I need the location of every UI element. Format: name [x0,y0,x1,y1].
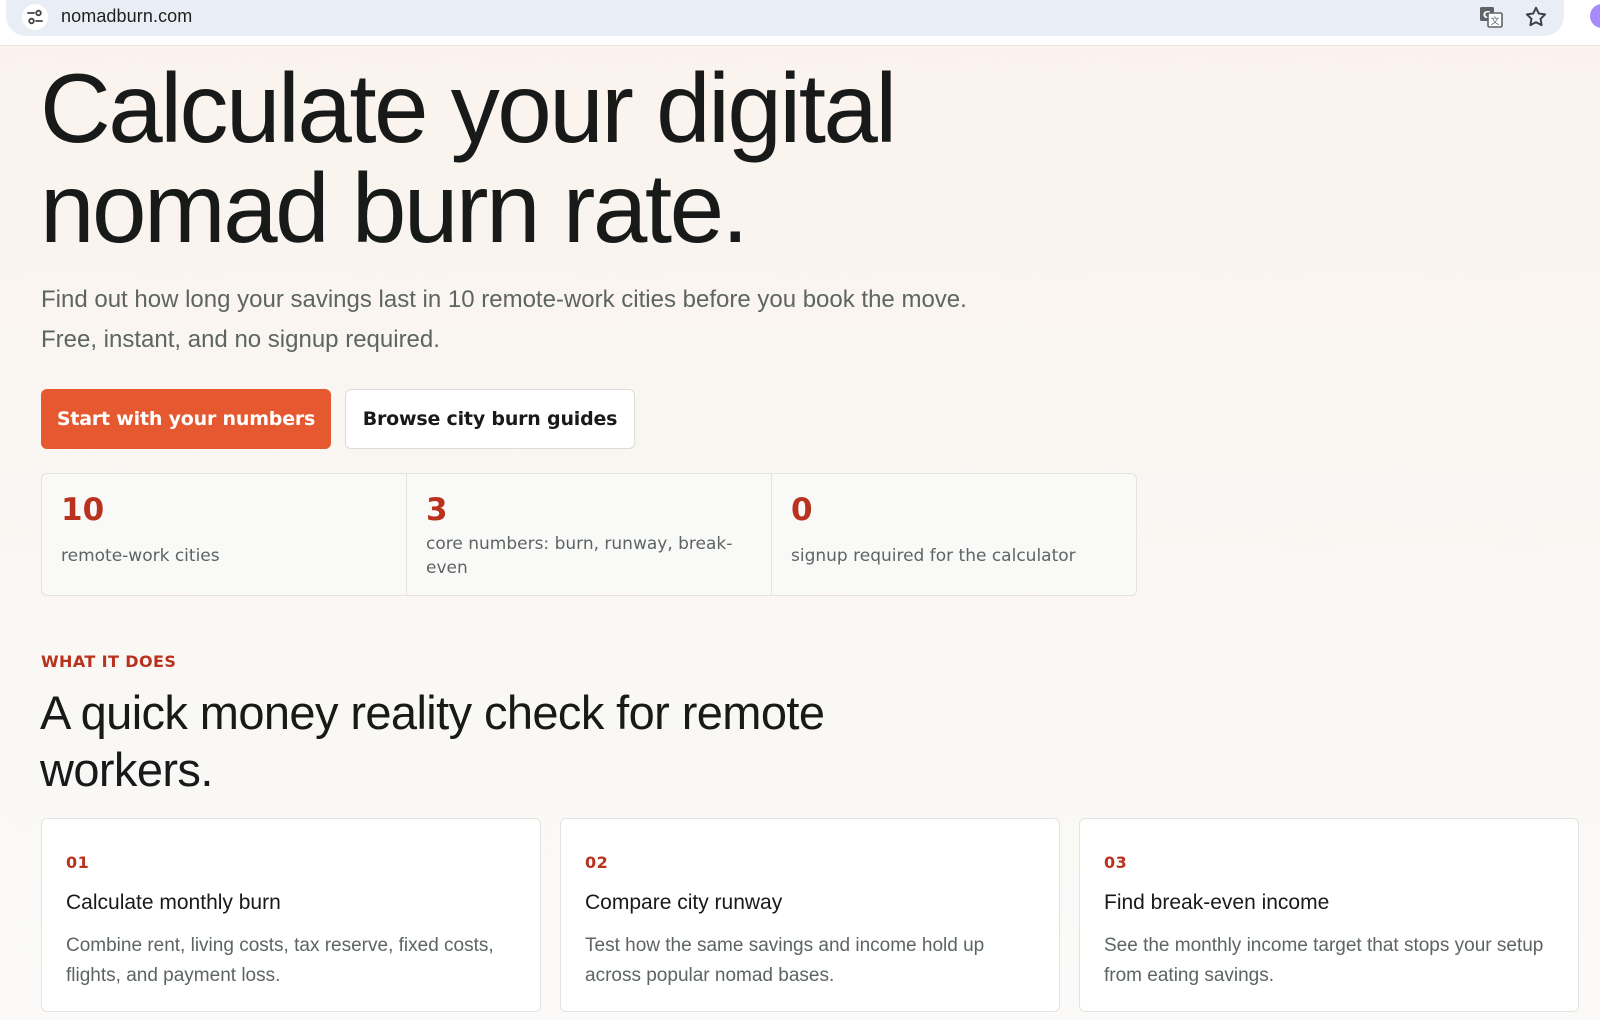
stat-cities: 10 remote-work cities [42,474,407,595]
browse-city-burn-guides-button[interactable]: Browse city burn guides [345,389,635,449]
stat-value: 10 [61,492,105,528]
translate-icon[interactable]: G 文 [1477,3,1505,31]
url-text[interactable]: nomadburn.com [61,6,192,27]
start-with-your-numbers-button[interactable]: Start with your numbers [41,389,331,449]
feature-title: Compare city runway [585,891,783,914]
feature-description: Test how the same savings and income hol… [585,935,985,986]
stat-label: signup required for the calculator [791,546,1076,566]
hero-title-line-1: Calculate your digital [40,53,897,163]
feature-description: Combine rent, living costs, tax reserve,… [66,935,494,986]
feature-number: 02 [585,853,609,872]
feature-card-monthly-burn: 01 Calculate monthly burn Combine rent, … [41,818,541,1012]
stat-value: 3 [426,492,448,528]
feature-description: See the monthly income target that stops… [1104,935,1544,986]
section-eyebrow: WHAT IT DOES [41,652,177,671]
bookmark-star-icon[interactable] [1523,4,1549,30]
feature-card-city-runway: 02 Compare city runway Test how the same… [560,818,1060,1012]
stat-signup: 0 signup required for the calculator [772,474,1136,595]
browser-toolbar: nomadburn.com G 文 [0,0,1600,46]
stats-panel: 10 remote-work cities 3 core numbers: bu… [41,473,1137,596]
feature-card-break-even: 03 Find break-even income See the monthl… [1079,818,1579,1012]
stat-value: 0 [791,492,813,528]
hero-title-line-2: nomad burn rate. [40,153,749,263]
feature-number: 01 [66,853,90,872]
profile-avatar[interactable] [1590,4,1600,28]
section-title: A quick money reality check for remote w… [40,686,825,796]
feature-title: Find break-even income [1104,891,1330,914]
feature-cards: 01 Calculate monthly burn Combine rent, … [41,818,1581,1012]
hero-title: Calculate your digital nomad burn rate. [40,58,1040,258]
stat-label: remote-work cities [61,546,220,566]
svg-text:文: 文 [1490,15,1499,27]
feature-title: Calculate monthly burn [66,891,281,914]
feature-number: 03 [1104,853,1128,872]
hero-subtitle: Find out how long your savings last in 1… [41,286,967,353]
stat-core-numbers: 3 core numbers: burn, runway, break-even [407,474,772,595]
stat-label: core numbers: burn, runway, break-even [426,534,733,578]
address-bar[interactable]: nomadburn.com [6,0,1564,36]
site-settings-icon[interactable] [22,4,48,30]
